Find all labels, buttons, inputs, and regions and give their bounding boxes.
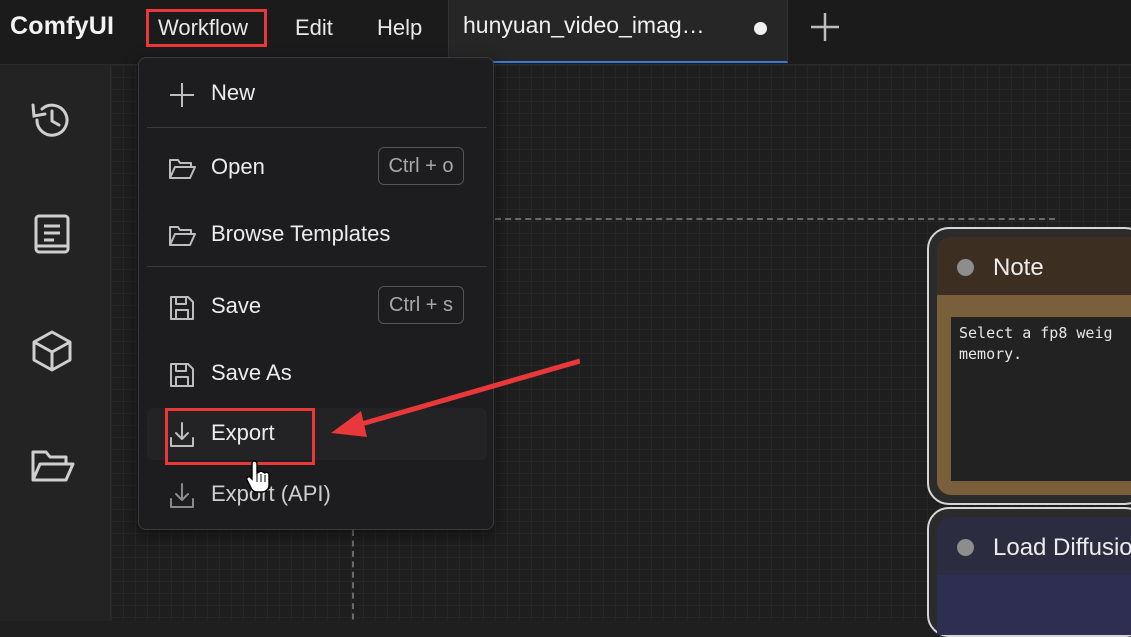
plus-icon[interactable]	[808, 10, 842, 44]
hand-cursor-icon	[246, 460, 270, 493]
floppy-icon	[170, 363, 194, 387]
floppy-icon	[170, 296, 194, 320]
menu-item-new[interactable]: New	[147, 68, 487, 120]
sidebar	[0, 65, 111, 621]
menu-item-label: Save	[211, 293, 262, 318]
menu-item-save[interactable]: Save Ctrl + s	[147, 281, 487, 333]
load-node-title: Load Diffusio	[993, 534, 1131, 561]
top-menubar: ComfyUI Workflow Edit Help hunyuan_video…	[0, 0, 1131, 65]
group-border-top	[495, 218, 1055, 220]
cube-icon[interactable]	[28, 327, 76, 375]
unsaved-dot-icon[interactable]	[754, 22, 767, 35]
note-textarea[interactable]: Select a fp8 weig memory.	[951, 317, 1131, 481]
history-icon[interactable]	[28, 96, 76, 144]
plus-icon	[170, 83, 194, 107]
menu-item-label: Save As	[211, 360, 292, 385]
shortcut-badge: Ctrl + o	[378, 147, 464, 185]
note-node-title: Note	[993, 254, 1044, 281]
note-node-header[interactable]: Note	[937, 237, 1131, 295]
menu-item-browse-templates[interactable]: Browse Templates	[147, 209, 487, 261]
folder-open-icon	[169, 226, 196, 246]
book-icon[interactable]	[28, 210, 76, 258]
menu-edit[interactable]: Edit	[295, 14, 333, 42]
red-arrow-icon	[331, 358, 580, 437]
divider	[147, 127, 487, 128]
export-highlight-box	[165, 408, 315, 465]
menu-item-label: Browse Templates	[211, 221, 391, 246]
menu-item-open[interactable]: Open Ctrl + o	[147, 142, 487, 194]
collapse-dot-icon[interactable]	[957, 539, 974, 556]
collapse-dot-icon[interactable]	[957, 259, 974, 276]
menu-help[interactable]: Help	[377, 14, 422, 42]
note-node[interactable]: Note Select a fp8 weig memory.	[927, 227, 1131, 505]
divider	[147, 266, 487, 267]
menu-item-label: Open	[211, 154, 265, 179]
download-icon	[170, 483, 194, 508]
load-diffusion-node[interactable]: Load Diffusio	[927, 507, 1131, 637]
folder-open-icon	[169, 159, 196, 179]
app-logo: ComfyUI	[10, 12, 115, 40]
shortcut-badge: Ctrl + s	[378, 286, 464, 324]
folder-icon[interactable]	[28, 442, 76, 490]
group-border-left	[352, 530, 354, 621]
tab-title: hunyuan_video_imag…	[463, 12, 705, 38]
menu-item-export-api[interactable]: Export (API)	[147, 469, 487, 521]
workflow-tab[interactable]: hunyuan_video_imag…	[448, 0, 788, 63]
workflow-highlight-box	[146, 9, 267, 47]
menu-item-label: New	[211, 80, 256, 105]
